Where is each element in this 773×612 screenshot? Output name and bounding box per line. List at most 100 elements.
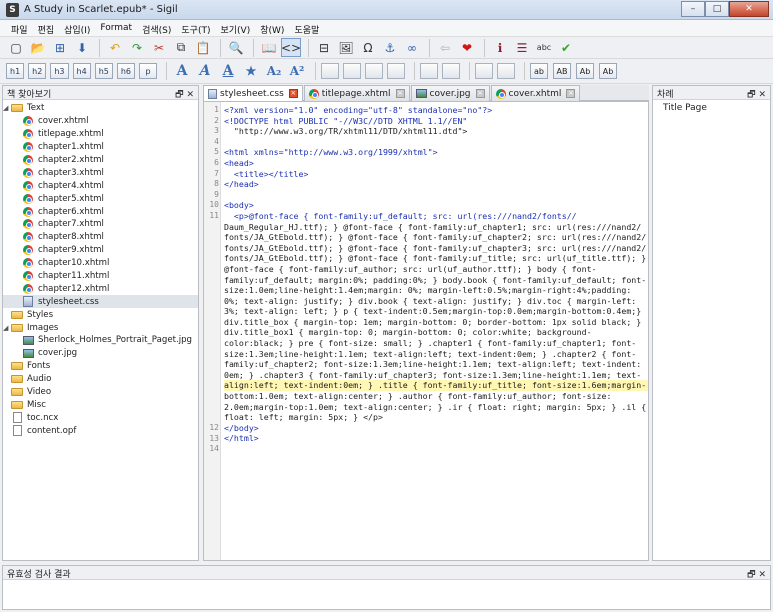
validate-check-icon[interactable]: ✔ (556, 38, 576, 57)
tree-file[interactable]: toc.ncx (3, 411, 198, 424)
minimize-button[interactable]: – (681, 1, 705, 17)
close-tab-icon[interactable]: × (566, 89, 576, 98)
align-justify-icon[interactable] (387, 63, 406, 79)
tree-folder-images[interactable]: ◢ Images (3, 321, 198, 334)
tree-folder-audio[interactable]: Audio (3, 373, 198, 386)
special-character-icon[interactable]: Ω (358, 38, 378, 57)
tree-folder-misc[interactable]: Misc (3, 398, 198, 411)
menu-tools[interactable]: 도구(T) (176, 20, 215, 37)
tree-file[interactable]: chapter11.xhtml (3, 270, 198, 283)
tree-file[interactable]: cover.jpg (3, 347, 198, 360)
close-tab-icon[interactable]: × (288, 89, 298, 98)
tree-file[interactable]: chapter2.xhtml (3, 154, 198, 167)
menu-window[interactable]: 창(W) (255, 20, 289, 37)
undo-icon[interactable]: ↶ (105, 38, 125, 57)
align-right-icon[interactable] (365, 63, 384, 79)
tree-file[interactable]: chapter3.xhtml (3, 166, 198, 179)
cut-icon[interactable]: ✂ (149, 38, 169, 57)
copy-icon[interactable]: ⧉ (171, 38, 191, 57)
tree-folder-fonts[interactable]: Fonts (3, 360, 198, 373)
tab-cover-jpg[interactable]: cover.jpg × (410, 85, 490, 101)
strikethrough-icon[interactable]: ★ (241, 62, 261, 81)
code-line: float: left; margin: 5px; } </p> (224, 412, 383, 423)
bold-icon[interactable]: A (172, 62, 192, 81)
tree-file[interactable]: chapter5.xhtml (3, 192, 198, 205)
tab-titlepage[interactable]: titlepage.xhtml × (303, 85, 410, 101)
tree-file[interactable]: cover.xhtml (3, 115, 198, 128)
add-file-icon[interactable]: ⊞ (50, 38, 70, 57)
tree-file[interactable]: chapter9.xhtml (3, 244, 198, 257)
close-tab-icon[interactable]: × (395, 89, 405, 98)
tree-folder-text[interactable]: ◢ Text (3, 102, 198, 115)
heading-h3-button[interactable]: h3 (50, 63, 69, 79)
capitalize-button[interactable]: Ab (599, 63, 618, 79)
underline-icon[interactable]: A (218, 62, 238, 81)
heading-h5-button[interactable]: h5 (94, 63, 113, 79)
menu-help[interactable]: 도움말 (289, 20, 324, 37)
panel-controls[interactable]: 🗗 ✕ (747, 567, 766, 583)
tree-file[interactable]: content.opf (3, 424, 198, 437)
bullet-list-icon[interactable] (420, 63, 439, 79)
back-arrow-icon[interactable]: ⇦ (435, 38, 455, 57)
panel-controls[interactable]: 🗗 ✕ (175, 87, 194, 103)
link-icon[interactable]: ∞ (402, 38, 422, 57)
increase-indent-icon[interactable] (497, 63, 516, 79)
align-left-icon[interactable] (321, 63, 340, 79)
align-center-icon[interactable] (343, 63, 362, 79)
heading-h4-button[interactable]: h4 (72, 63, 91, 79)
tree-file-selected[interactable]: stylesheet.css (3, 295, 198, 309)
uppercase-button[interactable]: AB (553, 63, 572, 79)
donate-heart-icon[interactable]: ❤ (457, 38, 477, 57)
book-view-icon[interactable]: 📖 (259, 38, 279, 57)
heading-h6-button[interactable]: h6 (116, 63, 136, 79)
open-folder-icon[interactable]: 📂 (28, 38, 48, 57)
tree-file[interactable]: Sherlock_Holmes_Portrait_Paget.jpg (3, 334, 198, 347)
paragraph-button[interactable]: p (139, 63, 158, 79)
close-window-button[interactable]: ✕ (729, 1, 769, 17)
new-file-icon[interactable]: ▢ (6, 38, 26, 57)
subscript-icon[interactable]: A₂ (264, 62, 284, 81)
tab-cover-xhtml[interactable]: cover.xhtml × (490, 85, 581, 101)
menu-insert[interactable]: 삽입(I) (59, 20, 95, 37)
heading-h1-button[interactable]: h1 (6, 63, 25, 79)
tab-stylesheet[interactable]: stylesheet.css × (203, 85, 303, 101)
insert-image-icon[interactable]: 🖼 (336, 38, 356, 57)
anchor-icon[interactable]: ⚓ (380, 38, 400, 57)
lowercase-button[interactable]: ab (530, 63, 549, 79)
menu-file[interactable]: 파일 (6, 20, 33, 37)
tree-file[interactable]: chapter10.xhtml (3, 257, 198, 270)
code-editor[interactable]: 1 2 3 4 5 6 7 8 9 10 11 12 13 14 <?xml version="1.0" … (203, 101, 649, 561)
code-text[interactable]: <?xml version="1.0" encoding="utf-8" sta… (224, 105, 648, 455)
menu-format[interactable]: Format (95, 20, 137, 37)
find-icon[interactable]: 🔍 (226, 38, 246, 57)
tree-file[interactable]: chapter6.xhtml (3, 205, 198, 218)
heading-h2-button[interactable]: h2 (28, 63, 47, 79)
decrease-indent-icon[interactable] (475, 63, 494, 79)
tree-file[interactable]: chapter7.xhtml (3, 218, 198, 231)
spellcheck-icon[interactable]: abc (534, 38, 554, 57)
tree-file[interactable]: chapter8.xhtml (3, 231, 198, 244)
panel-controls[interactable]: 🗗 ✕ (747, 87, 766, 103)
numbered-list-icon[interactable] (442, 63, 461, 79)
paste-icon[interactable]: 📋 (193, 38, 213, 57)
superscript-icon[interactable]: A² (287, 62, 307, 81)
tree-file[interactable]: chapter4.xhtml (3, 179, 198, 192)
tree-file[interactable]: titlepage.xhtml (3, 128, 198, 141)
tree-folder-video[interactable]: Video (3, 386, 198, 399)
redo-icon[interactable]: ↷ (127, 38, 147, 57)
menu-edit[interactable]: 편집 (33, 20, 60, 37)
tree-file[interactable]: chapter12.xhtml (3, 282, 198, 295)
maximize-button[interactable]: □ (705, 1, 729, 17)
code-view-icon[interactable]: <> (281, 38, 301, 57)
tree-folder-styles[interactable]: Styles (3, 308, 198, 321)
toc-icon[interactable]: ☰ (512, 38, 532, 57)
italic-icon[interactable]: A (195, 62, 215, 81)
split-view-icon[interactable]: ⊟ (314, 38, 334, 57)
close-tab-icon[interactable]: × (475, 89, 485, 98)
menu-view[interactable]: 보기(V) (215, 20, 255, 37)
tree-file[interactable]: chapter1.xhtml (3, 141, 198, 154)
save-icon[interactable]: ⬇ (72, 38, 92, 57)
titlecase-button[interactable]: Ab (576, 63, 595, 79)
metadata-icon[interactable]: ℹ (490, 38, 510, 57)
menu-search[interactable]: 검색(S) (137, 20, 176, 37)
